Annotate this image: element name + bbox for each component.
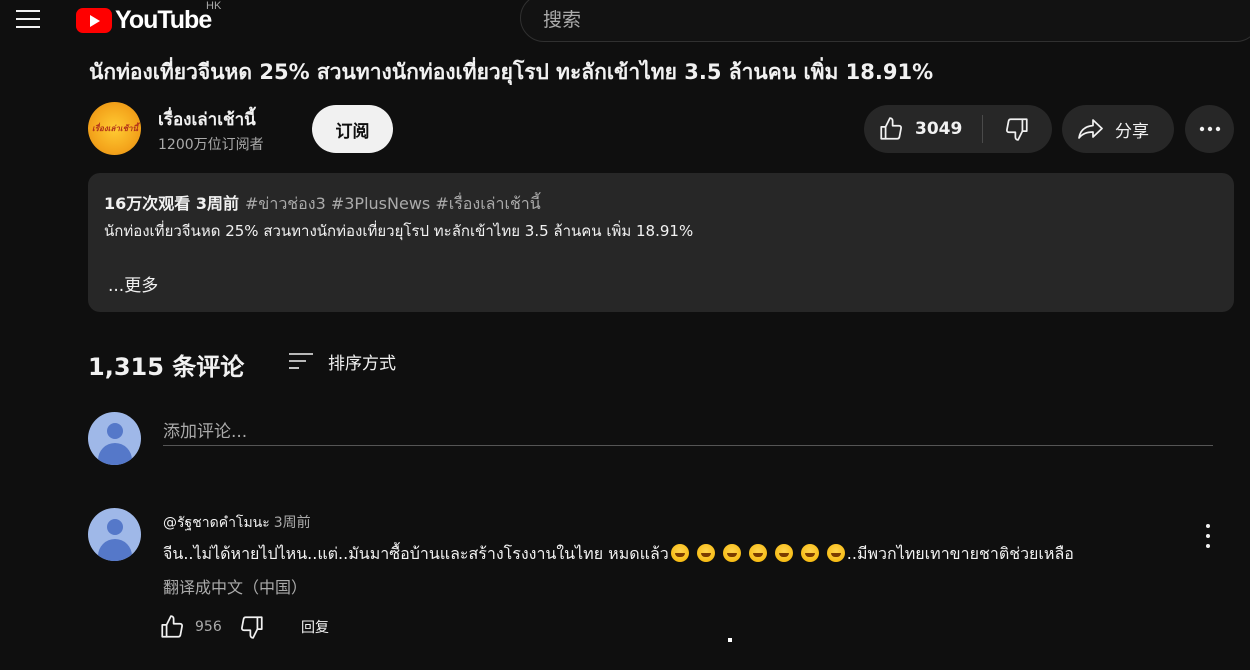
comment-text-start: จีน..ไม่ได้หายไปไหน..แต่..มันมาซื้อบ้านแ… <box>163 544 669 563</box>
laughing-emoji-icon <box>696 544 715 562</box>
comment-dislike-button[interactable] <box>239 614 265 640</box>
comment-item: @รัฐชาดคำโมนะ 3周前 จีน..ไม่ได้หายไปไหน..แต… <box>88 508 1218 658</box>
comment-like-button[interactable]: 956 <box>159 614 229 640</box>
thumbs-up-icon <box>161 615 183 638</box>
comment-actions: 956 回复 <box>159 611 329 643</box>
commenter-avatar[interactable] <box>88 508 141 561</box>
channel-logo-text: เรื่องเล่าเช้านี้ <box>92 124 138 133</box>
thumbs-up-icon <box>880 117 902 140</box>
show-more-link[interactable]: ...更多 <box>108 271 158 296</box>
share-button[interactable]: 分享 <box>1062 105 1174 153</box>
laughing-emoji-icon <box>826 544 845 562</box>
add-comment-row: 添加评论... <box>88 412 1214 468</box>
description-text: นักท่องเที่ยวจีนหด 25% สวนทางนักท่องเที่… <box>104 222 694 240</box>
description-meta: 16万次观看 3周前 #ข่าวช่อง3 #3PlusNews #เรื่องเ… <box>104 190 541 217</box>
comments-header: 1,315 条评论 排序方式 <box>88 344 688 381</box>
comment-count: 1,315 条评论 <box>88 353 245 381</box>
channel-row: เรื่องเล่าเช้านี้ เรื่องเล่าเช้านี้ 1200… <box>88 100 1238 160</box>
laughing-emoji-icon <box>670 544 689 562</box>
video-title: นักท่องเที่ยวจีนหด 25% สวนทางนักท่องเที่… <box>89 60 934 84</box>
search-input[interactable]: 搜索 <box>520 0 1250 42</box>
search-placeholder: 搜索 <box>543 8 582 31</box>
like-button[interactable]: 3049 <box>864 105 982 153</box>
channel-name[interactable]: เรื่องเล่าเช้านี้ <box>158 106 256 133</box>
like-dislike-bar: 3049 <box>864 105 1052 153</box>
logo-text: YouTube <box>115 5 212 34</box>
current-user-avatar[interactable] <box>88 412 141 465</box>
comment-author[interactable]: @รัฐชาดคำโมนะ <box>163 515 270 531</box>
dislike-button[interactable] <box>983 105 1051 153</box>
menu-icon[interactable] <box>16 10 40 28</box>
laughing-emoji-icon <box>748 544 767 562</box>
top-bar: YouTube HK 搜索 <box>0 0 1250 42</box>
share-icon <box>1078 119 1103 139</box>
comment-text-end: ..มีพวกไทยเทาขายชาติช่วยเหลือ <box>846 544 1074 563</box>
youtube-logo[interactable]: YouTube <box>76 5 212 34</box>
thumbs-down-icon <box>241 616 263 639</box>
decorative-dot <box>728 638 732 642</box>
like-count: 3049 <box>915 119 963 139</box>
share-label: 分享 <box>1115 121 1149 142</box>
sort-label: 排序方式 <box>328 353 396 374</box>
laughing-emoji-icon <box>774 544 793 562</box>
comment-like-count: 956 <box>195 619 222 635</box>
comment-text: จีน..ไม่ได้หายไปไหน..แต่..มันมาซื้อบ้านแ… <box>163 542 1074 567</box>
sort-button[interactable]: 排序方式 <box>288 346 396 376</box>
country-code: HK <box>206 0 222 12</box>
reply-button[interactable]: 回复 <box>301 617 329 637</box>
hashtags[interactable]: #ข่าวช่อง3 #3PlusNews #เรื่องเล่าเช้านี้ <box>245 194 541 213</box>
youtube-play-icon <box>76 7 112 33</box>
thumbs-down-icon <box>1006 118 1028 141</box>
laughing-emoji-icon <box>722 544 741 562</box>
subscribe-button[interactable]: 订阅 <box>312 105 393 153</box>
laughing-emoji-icon <box>800 544 819 562</box>
add-comment-placeholder: 添加评论... <box>163 422 248 442</box>
comment-menu-button[interactable] <box>1198 524 1218 548</box>
more-horizontal-icon <box>1199 126 1220 132</box>
add-comment-input[interactable]: 添加评论... <box>163 414 1213 446</box>
more-actions-button[interactable] <box>1185 105 1234 153</box>
comment-time[interactable]: 3周前 <box>274 515 311 531</box>
translate-link[interactable]: 翻译成中文（中国） <box>163 574 307 598</box>
subscriber-count: 1200万位订阅者 <box>158 137 264 153</box>
comment-header: @รัฐชาดคำโมนะ 3周前 <box>163 512 311 534</box>
sort-icon <box>289 353 313 369</box>
description-box[interactable]: 16万次观看 3周前 #ข่าวช่อง3 #3PlusNews #เรื่องเ… <box>88 173 1234 312</box>
view-count-and-date: 16万次观看 3周前 <box>104 194 239 213</box>
channel-avatar[interactable]: เรื่องเล่าเช้านี้ <box>88 102 141 155</box>
